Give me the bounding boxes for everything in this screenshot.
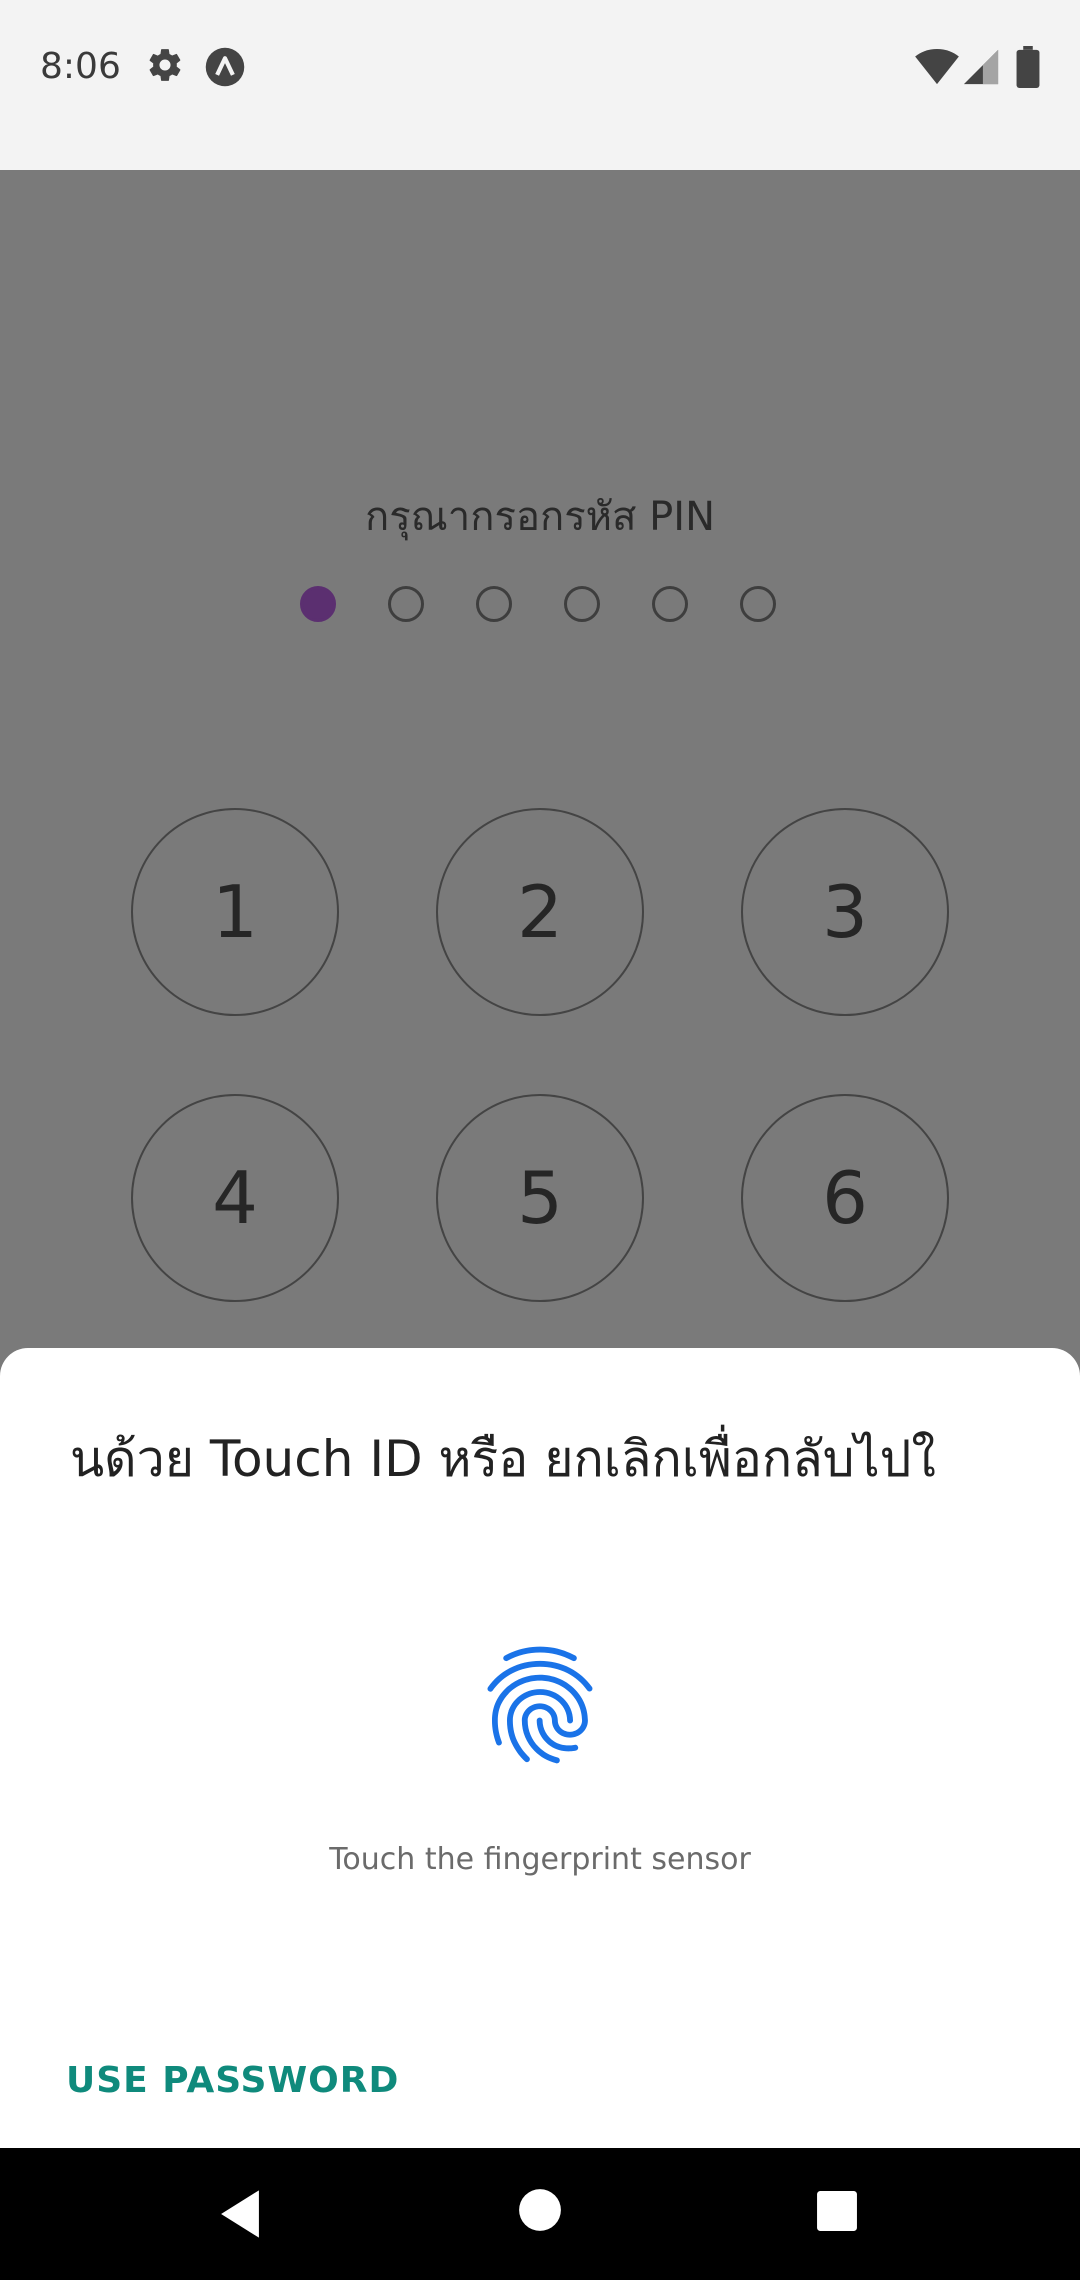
pin-indicator	[300, 586, 780, 626]
signal-icon	[963, 49, 999, 85]
keypad-key-4[interactable]: 4	[131, 1094, 339, 1302]
pin-dot	[740, 586, 776, 622]
keypad-key-5[interactable]: 5	[436, 1094, 644, 1302]
sensor-prompt: Touch the fingerprint sensor	[329, 1842, 751, 1877]
pin-dot	[476, 586, 512, 622]
dialog-title: นด้วย Touch ID หรือ ยกเลิกเพื่อกลับไปใ	[70, 1420, 1010, 1490]
gear-icon	[149, 49, 181, 81]
dialog-title-text: นด้วย Touch ID หรือ ยกเลิกเพื่อกลับไปใ	[70, 1430, 936, 1488]
home-icon[interactable]	[518, 2188, 562, 2232]
keypad-key-3[interactable]: 3	[741, 808, 949, 1016]
pin-dot	[652, 586, 688, 622]
pin-dot	[564, 586, 600, 622]
pin-dot	[388, 586, 424, 622]
fingerprint-dialog: นด้วย Touch ID หรือ ยกเลิกเพื่อกลับไปใ T…	[0, 1348, 1080, 2148]
navigation-bar	[0, 2148, 1080, 2280]
pin-dot-filled	[300, 586, 336, 622]
fingerprint-icon[interactable]	[470, 1630, 610, 1780]
app-a-icon	[205, 47, 245, 87]
battery-icon	[1016, 46, 1040, 88]
recents-icon[interactable]	[816, 2190, 858, 2232]
status-time: 8:06	[40, 46, 121, 87]
screen: 8:06 กรุณากรอกรหัส PIN 1 2 3 4 5 6 นด้วย…	[0, 0, 1080, 2280]
status-bar: 8:06	[0, 0, 1080, 170]
pin-title: กรุณากรอกรหัส PIN	[364, 494, 716, 540]
use-password-button[interactable]: USE PASSWORD	[66, 2060, 399, 2101]
wifi-icon	[915, 48, 959, 85]
keypad-key-2[interactable]: 2	[436, 808, 644, 1016]
keypad-key-1[interactable]: 1	[131, 808, 339, 1016]
keypad-key-6[interactable]: 6	[741, 1094, 949, 1302]
back-icon[interactable]	[216, 2188, 264, 2240]
